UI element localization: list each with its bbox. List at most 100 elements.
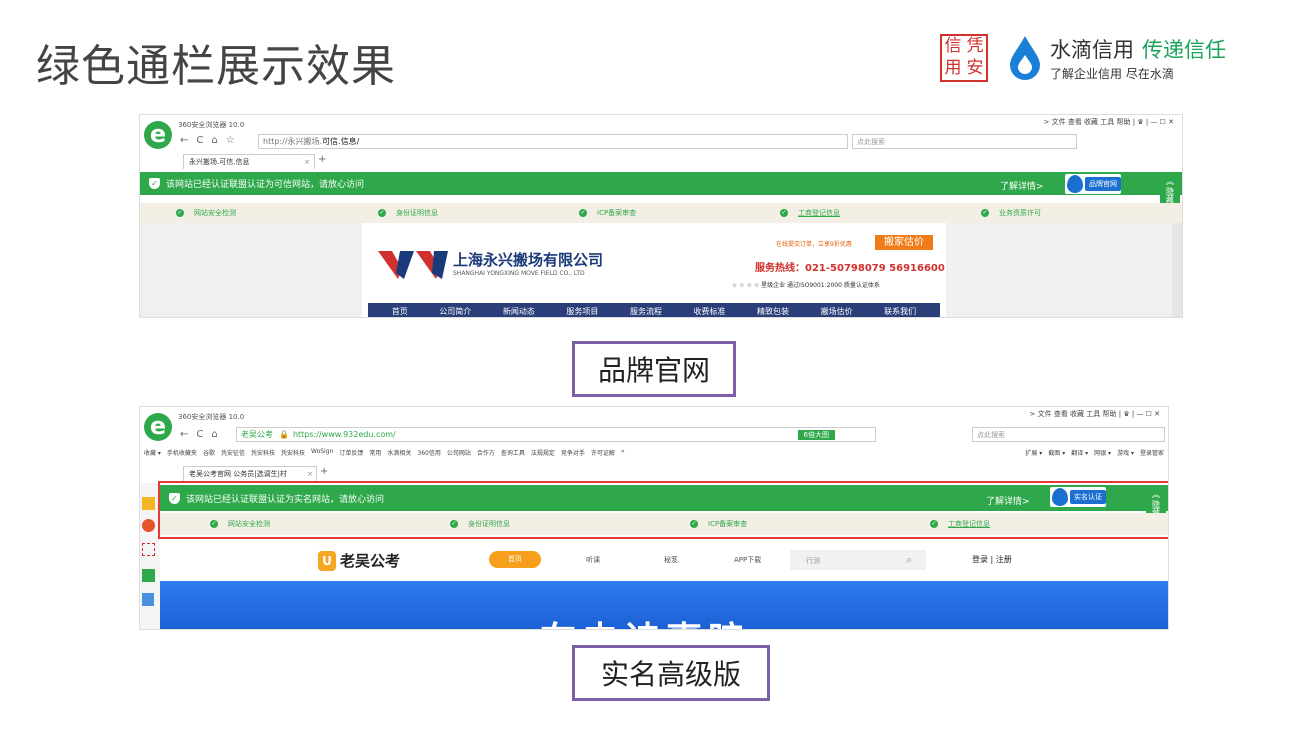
site-nav-item[interactable]: 联系我们 [884,306,916,317]
register-link[interactable]: 注册 [996,555,1012,564]
promo-text: 在线提交订单，立享9折优惠 [776,241,852,248]
screenshot-brand-site: e 360安全浏览器 10.0 > 文件 查看 收藏 工具 帮助 | ♛ | —… [139,114,1183,318]
bookmark-item[interactable]: 收藏 ▾ [144,448,161,457]
weibo-icon[interactable] [142,519,155,532]
home-icon[interactable]: ⌂ [211,429,217,440]
toolbar-item[interactable]: 翻译 ▾ [1071,448,1088,457]
brand-logo: 信凭 用安 水滴信用 传递信任 了解企业信用 尽在水滴 [940,34,1226,82]
caption-brand-site: 品牌官网 [572,341,736,397]
search-icon[interactable]: ⌕ [906,553,912,567]
bookmark-item[interactable]: » [621,448,625,457]
estimate-button[interactable]: 搬家估价 [875,235,933,250]
back-icon[interactable]: ← [180,429,188,440]
site-logo-icon: U [318,550,336,571]
site-nav-item[interactable]: 服务项目 [566,306,598,317]
address-bar[interactable]: 老吴公考 🔒 https://www.932edu.com/ 6倍大图 [236,427,876,442]
check-strip: ✓ 网站安全检测 ✓ 身份证明信息 ✓ ICP备案审查 ✓ 工商登记信息 ✓ 业务资质许可 [140,203,1182,223]
toolbar-item[interactable]: 游戏 ▾ [1117,448,1134,457]
bookmark-item[interactable]: 竞争对手 [561,448,585,457]
site-logo-text: 老吴公考 [340,552,401,570]
seal-icon: 信凭 用安 [940,34,988,82]
refresh-icon[interactable]: C [196,429,203,440]
check-item[interactable]: ✓ 工商登记信息 [780,208,840,218]
caption-realname-site: 实名高级版 [572,645,770,701]
site-nav-item[interactable]: 首页 [392,306,408,317]
new-tab-icon[interactable]: + [320,466,328,477]
water-drop-icon [1010,36,1040,80]
bookmark-item[interactable]: WoSign [311,448,333,457]
banner-text: 该网站已经认证联盟认证为可信网站，请放心访问 [166,180,365,190]
page-gutter-right [946,223,1172,317]
bookmark-item[interactable]: 订单反馈 [339,448,363,457]
tab-close-icon[interactable]: × [307,470,313,478]
search-input[interactable]: 点此搜索 [972,427,1165,442]
star-icon[interactable]: ☆ [226,135,235,146]
new-tab-icon[interactable]: + [318,154,326,165]
nav-buttons: ← C ⌂ ☆ [180,135,243,146]
mail-icon[interactable] [142,543,155,556]
site-logo: U 老吴公考 [318,550,400,571]
bookmark-item[interactable]: 凭安科技 [251,448,275,457]
doc-icon[interactable] [142,593,154,606]
bookmark-item[interactable]: 凭安征信 [221,448,245,457]
tab-close-icon[interactable]: × [304,158,310,166]
tab-realname-site[interactable]: 老吴公考官网 公务员|选调生|村 × [183,466,317,481]
site-nav-item[interactable]: 收费标准 [694,306,726,317]
page-gutter-left [140,223,362,317]
toolbar-item[interactable]: 网银 ▾ [1094,448,1111,457]
water-drop-icon [1067,175,1083,193]
back-icon[interactable]: ← [180,135,188,146]
bookmark-item[interactable]: 合作方 [477,448,495,457]
site-auth: 登录 | 注册 [972,555,1012,564]
login-link[interactable]: 登录 [972,555,988,564]
window-menu[interactable]: > 文件 查看 收藏 工具 帮助 | ♛ | — ☐ ✕ [1044,117,1174,127]
bookmark-item[interactable]: 公司网站 [447,448,471,457]
bookmark-item[interactable]: 常用 [369,448,381,457]
brand-badge[interactable]: 品牌官网 [1065,174,1121,194]
toolbar-item[interactable]: 扩展 ▾ [1025,448,1042,457]
site-nav-item[interactable]: APP下载 [734,555,761,565]
bookmark-item[interactable]: 360信用 [417,448,440,457]
brand-slogan: 传递信任 [1142,38,1226,62]
bookmark-item[interactable]: 凭安科技 [281,448,305,457]
site-nav-item[interactable]: 听课 [586,555,600,565]
site-nav-item[interactable]: 公司简介 [439,306,471,317]
address-bar[interactable]: http://永兴搬场. 可信.信息/ [258,134,848,149]
bookmark-item[interactable]: 手机收藏夹 [167,448,197,457]
site-nav-home[interactable]: 首页 [489,551,541,568]
company-name: 上海永兴搬场有限公司 [453,251,604,269]
check-item: ✓ 网站安全检测 [176,209,236,217]
hero-text: 在史诗事暗 [540,611,750,629]
browser-logo-icon: e [144,121,172,149]
bookmark-item[interactable]: 水滴相关 [387,448,411,457]
toolbar-item[interactable]: 登录管家 [1140,448,1164,457]
site-nav-item[interactable]: 服务流程 [630,306,662,317]
site-nav-item[interactable]: 精致包装 [757,306,789,317]
site-nav: 首页 公司简介 新闻动态 服务项目 服务流程 收费标准 精致包装 搬场估价 联系… [368,303,940,317]
window-title: 360安全浏览器 10.0 [178,413,245,421]
bookmark-item[interactable]: 许可证解 [591,448,615,457]
url-domain: 可信.信息/ [322,137,360,146]
toolbar-right: 扩展 ▾ 截图 ▾ 翻译 ▾ 网银 ▾ 游戏 ▾ 登录管家 [1025,448,1164,457]
bookmark-item[interactable]: 法规规定 [531,448,555,457]
tab-brand-site[interactable]: 永兴搬场.可信.信息 × [183,154,315,169]
bookmark-item[interactable]: 谷歌 [203,448,215,457]
site-nav-item[interactable]: 秘笈 [664,555,678,565]
tv-icon[interactable] [142,569,155,582]
shield-check-icon: ✓ [149,178,160,189]
brand-name: 水滴信用 [1050,38,1134,62]
favorite-icon[interactable] [142,497,155,510]
toolbar-item[interactable]: 截图 ▾ [1048,448,1065,457]
site-nav-item[interactable]: 搬场估价 [821,306,853,317]
site-nav-item[interactable]: 新闻动态 [503,306,535,317]
home-icon[interactable]: ⌂ [211,135,217,146]
window-menu[interactable]: > 文件 查看 收藏 工具 帮助 | ♛ | — ☐ ✕ [1030,409,1160,419]
scrollbar[interactable] [1172,223,1182,317]
search-input[interactable]: 点此搜索 [852,134,1077,149]
bookmark-item[interactable]: 查询工具 [501,448,525,457]
zoom-chip[interactable]: 6倍大图 [797,429,835,440]
refresh-icon[interactable]: C [196,135,203,146]
detail-link[interactable]: 了解详情> [1000,179,1044,192]
brand-tagline: 了解企业信用 尽在水滴 [1050,67,1174,81]
hero-banner: 在史诗事暗 [160,581,1168,629]
